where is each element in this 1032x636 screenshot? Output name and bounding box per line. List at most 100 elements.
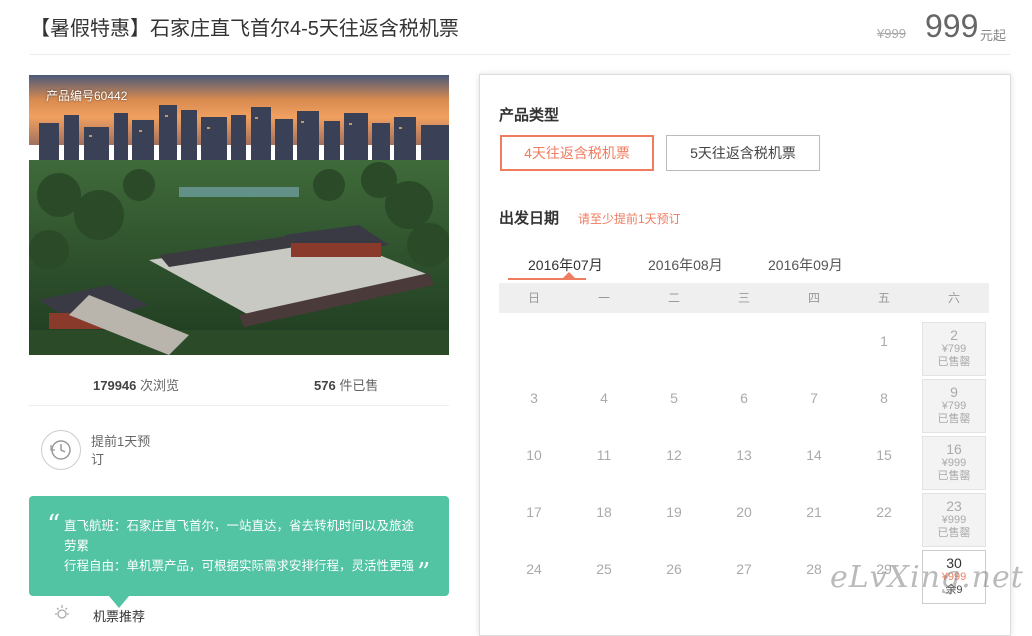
calendar-cell: 6 bbox=[709, 378, 779, 435]
view-count-label: 次浏览 bbox=[140, 378, 180, 393]
day-number: 1 bbox=[880, 333, 888, 349]
close-quote-icon: ” bbox=[417, 558, 431, 588]
calendar-cell: 3 bbox=[499, 378, 569, 435]
day-status: 已售罄 bbox=[937, 470, 971, 482]
calendar-cell: 14 bbox=[779, 435, 849, 492]
weekday-fri: 五 bbox=[877, 291, 890, 305]
day-number: 24 bbox=[526, 561, 542, 577]
calendar-cell: 26 bbox=[639, 549, 709, 606]
original-price: ¥999 bbox=[877, 26, 906, 41]
calendar-day-soldout[interactable]: 23 ¥999 已售罄 bbox=[922, 493, 986, 547]
calendar-cell: 20 bbox=[709, 492, 779, 549]
day-number: 10 bbox=[526, 447, 542, 463]
type-option-4-day[interactable]: 4天往返含税机票 bbox=[500, 135, 654, 171]
product-type-title: 产品类型 bbox=[499, 107, 560, 124]
calendar-row: 17 18 19 20 21 22 23 ¥999 已售罄 bbox=[499, 492, 989, 549]
header-divider bbox=[30, 54, 1010, 55]
sun-icon bbox=[52, 602, 72, 622]
price-suffix: 元起 bbox=[980, 28, 1007, 43]
calendar-cell bbox=[499, 321, 569, 378]
product-number: 产品编号60442 bbox=[46, 89, 128, 103]
day-number: 22 bbox=[876, 504, 892, 520]
day-number: 19 bbox=[666, 504, 682, 520]
weekday-header: 日 一 二 三 四 五 六 bbox=[499, 283, 989, 313]
day-number: 9 bbox=[950, 384, 958, 400]
day-number: 25 bbox=[596, 561, 612, 577]
calendar-cell: 9 ¥799 已售罄 bbox=[919, 378, 989, 435]
stats-divider bbox=[29, 405, 449, 406]
day-status: 已售罄 bbox=[937, 527, 971, 539]
current-price: 999 bbox=[925, 8, 979, 44]
calendar-cell: 25 bbox=[569, 549, 639, 606]
weekday-thu: 四 bbox=[807, 291, 820, 305]
calendar-cell: 23 ¥999 已售罄 bbox=[919, 492, 989, 549]
day-number: 26 bbox=[666, 561, 682, 577]
calendar-cell: 17 bbox=[499, 492, 569, 549]
day-number: 2 bbox=[950, 327, 958, 343]
calendar-row: 3 4 5 6 7 8 9 ¥799 已售罄 bbox=[499, 378, 989, 435]
day-number: 11 bbox=[596, 447, 612, 463]
weekday-wed: 三 bbox=[737, 291, 750, 305]
calendar-cell: 13 bbox=[709, 435, 779, 492]
sold-count: 576 件已售 bbox=[314, 375, 378, 394]
calendar-cell: 24 bbox=[499, 549, 569, 606]
day-price: ¥999 bbox=[941, 457, 967, 469]
weekday-sun: 日 bbox=[527, 291, 540, 305]
sold-count-value: 576 bbox=[314, 378, 336, 393]
calendar-cell: 12 bbox=[639, 435, 709, 492]
day-price: ¥799 bbox=[941, 400, 967, 412]
day-price: ¥799 bbox=[941, 343, 967, 355]
calendar-cell: 19 bbox=[639, 492, 709, 549]
day-number: 6 bbox=[740, 390, 748, 406]
day-number: 8 bbox=[880, 390, 888, 406]
month-caret-icon bbox=[563, 272, 575, 278]
calendar-cell: 7 bbox=[779, 378, 849, 435]
date-hint: 请至少提前1天预订 bbox=[578, 212, 681, 226]
day-number: 17 bbox=[526, 504, 542, 520]
day-number: 4 bbox=[600, 390, 608, 406]
day-status: 已售罄 bbox=[937, 356, 971, 368]
calendar-cell: 15 bbox=[849, 435, 919, 492]
view-count: 179946 次浏览 bbox=[93, 375, 179, 394]
highlight-line-1: 直飞航班：石家庄直飞首尔，一站直达，省去转机时间以及旅途劳累 bbox=[64, 519, 415, 553]
clock-icon bbox=[41, 430, 81, 470]
day-number: 13 bbox=[736, 447, 752, 463]
highlight-line-2: 行程自由：单机票产品，可根据实际需求安排行程，灵活性更强 bbox=[64, 559, 415, 573]
day-number: 21 bbox=[806, 504, 822, 520]
recommendation-label: 机票推荐 bbox=[93, 609, 146, 624]
calendar-day-soldout[interactable]: 2 ¥799 已售罄 bbox=[922, 322, 986, 376]
highlights-text: 直飞航班：石家庄直飞首尔，一站直达，省去转机时间以及旅途劳累 行程自由：单机票产… bbox=[64, 516, 419, 576]
day-number: 18 bbox=[596, 504, 612, 520]
calendar-day-soldout[interactable]: 16 ¥999 已售罄 bbox=[922, 436, 986, 490]
day-price: ¥999 bbox=[941, 514, 967, 526]
page-title: 【暑假特惠】石家庄直飞首尔4-5天往返含税机票 bbox=[30, 18, 459, 40]
day-number: 27 bbox=[736, 561, 752, 577]
calendar-day-soldout[interactable]: 9 ¥799 已售罄 bbox=[922, 379, 986, 433]
product-highlights: “ 直飞航班：石家庄直飞首尔，一站直达，省去转机时间以及旅途劳累 行程自由：单机… bbox=[29, 496, 449, 608]
day-number: 23 bbox=[946, 498, 962, 514]
day-number: 7 bbox=[810, 390, 818, 406]
calendar-cell: 4 bbox=[569, 378, 639, 435]
day-number: 16 bbox=[946, 441, 962, 457]
weekday-tue: 二 bbox=[667, 291, 680, 305]
weekday-mon: 一 bbox=[597, 291, 610, 305]
departure-date-title: 出发日期 bbox=[499, 210, 560, 227]
calendar-cell: 2 ¥799 已售罄 bbox=[919, 321, 989, 378]
type-option-5-day[interactable]: 5天往返含税机票 bbox=[666, 135, 820, 171]
calendar-cell: 11 bbox=[569, 435, 639, 492]
booking-panel: 产品类型 4天往返含税机票 5天往返含税机票 出发日期 请至少提前1天预订 20… bbox=[479, 74, 1011, 636]
calendar-cell bbox=[779, 321, 849, 378]
calendar-cell: 27 bbox=[709, 549, 779, 606]
month-tab-aug[interactable]: 2016年08月 bbox=[648, 255, 723, 275]
sold-count-label: 件已售 bbox=[339, 378, 379, 393]
calendar-cell: 5 bbox=[639, 378, 709, 435]
watermark: eLvXing.net bbox=[830, 560, 1024, 595]
calendar-cell bbox=[709, 321, 779, 378]
calendar-cell: 22 bbox=[849, 492, 919, 549]
day-status: 已售罄 bbox=[937, 413, 971, 425]
calendar-row: 10 11 12 13 14 15 16 ¥999 已售罄 bbox=[499, 435, 989, 492]
weekday-sat: 六 bbox=[947, 291, 960, 305]
month-tab-sep[interactable]: 2016年09月 bbox=[768, 255, 843, 275]
day-number: 20 bbox=[736, 504, 752, 520]
calendar-cell: 1 bbox=[849, 321, 919, 378]
